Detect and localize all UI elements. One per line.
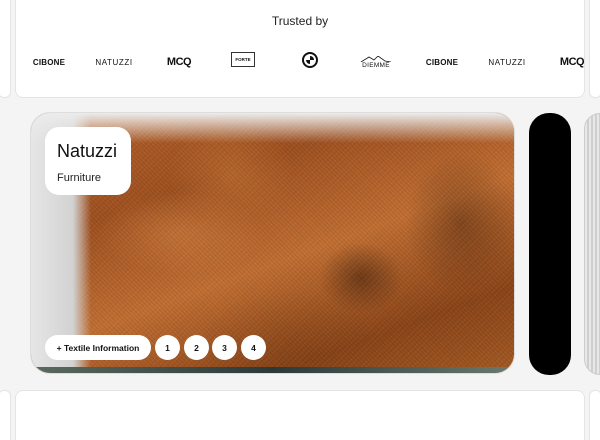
logo-natuzzi-2: NATUZZI xyxy=(488,57,526,67)
bottom-section xyxy=(15,390,585,440)
card-title-box: Natuzzi Furniture xyxy=(45,127,131,195)
page-3-button[interactable]: 3 xyxy=(212,335,237,360)
logo-mcq: MCQ xyxy=(166,56,192,68)
trusted-by-title: Trusted by xyxy=(271,14,329,28)
logo-diemme: DIEMME xyxy=(357,54,395,70)
right-edge-panel xyxy=(589,0,600,98)
logo-cibone: CIBONE xyxy=(32,57,66,67)
page-4-button[interactable]: 4 xyxy=(241,335,266,360)
logo-mcq-2: MCQ xyxy=(559,56,585,68)
bmw-logo-icon xyxy=(302,52,318,68)
next-project-card[interactable] xyxy=(529,113,571,375)
project-card-natuzzi[interactable]: Natuzzi Furniture + Textile Information … xyxy=(30,112,515,374)
textile-information-button[interactable]: + Textile Information xyxy=(45,335,151,360)
left-edge-panel xyxy=(0,0,11,98)
page-2-button[interactable]: 2 xyxy=(184,335,209,360)
card-category: Furniture xyxy=(57,172,102,184)
page-1-button[interactable]: 1 xyxy=(155,335,180,360)
card-title: Natuzzi xyxy=(57,141,118,161)
forte-logo-icon: FORTE xyxy=(231,52,255,67)
logo-natuzzi: NATUZZI xyxy=(95,57,133,67)
logo-cibone-2: CIBONE xyxy=(425,57,459,67)
page: Trusted by CIBONE NATUZZI MCQ FORTE DIEM… xyxy=(0,0,600,440)
trusted-by-section: Trusted by CIBONE NATUZZI MCQ FORTE DIEM… xyxy=(15,0,585,98)
next-project-card-2[interactable] xyxy=(584,113,600,375)
